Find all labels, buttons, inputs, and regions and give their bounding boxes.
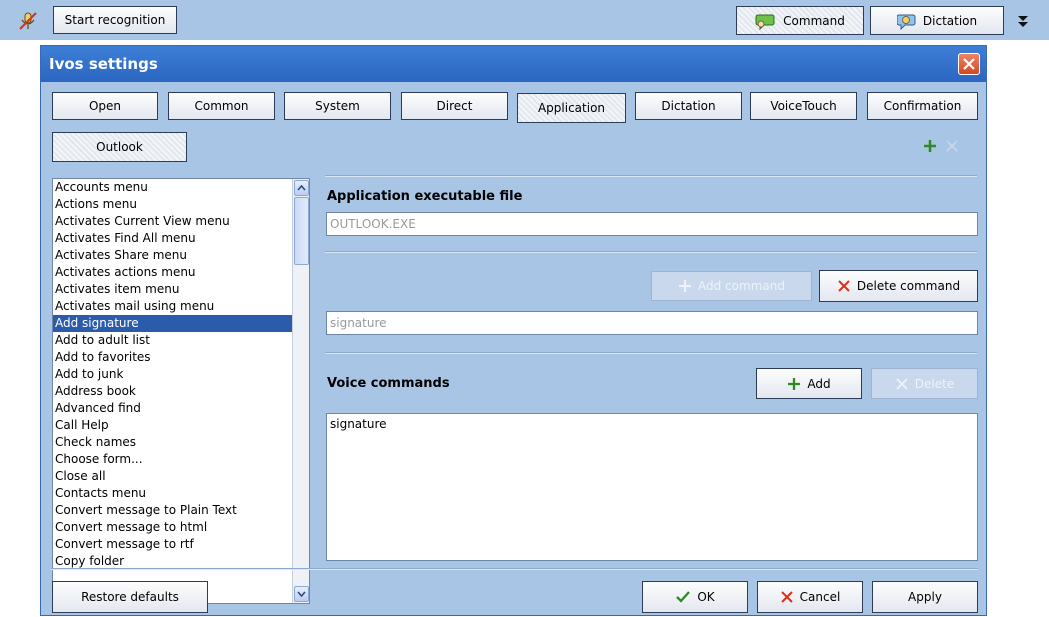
start-recognition-label: Start recognition [64, 13, 166, 27]
scroll-down-button[interactable] [294, 586, 309, 602]
add-voice-command-button[interactable]: Add [756, 368, 862, 399]
application-actions [923, 139, 959, 153]
scroll-thumb[interactable] [294, 197, 309, 265]
speech-bubble-icon [755, 12, 777, 30]
add-voice-command-label: Add [807, 376, 831, 391]
restore-defaults-label: Restore defaults [81, 590, 179, 604]
add-command-button[interactable]: Add command [651, 271, 812, 301]
close-icon [963, 58, 975, 70]
ok-label: OK [697, 590, 715, 604]
subtab-outlook[interactable]: Outlook [52, 132, 187, 162]
delete-command-button[interactable]: Delete command [819, 270, 978, 302]
dictation-bubble-icon [896, 12, 917, 30]
list-item[interactable]: Call Help [53, 417, 309, 434]
cross-icon [837, 279, 851, 293]
tab-voicetouch-label: VoiceTouch [770, 99, 837, 113]
ok-button[interactable]: OK [642, 581, 748, 613]
subtab-outlook-label: Outlook [96, 140, 143, 154]
exe-field[interactable]: OUTLOOK.EXE [326, 212, 978, 236]
voice-commands-text: signature [330, 417, 387, 431]
list-item[interactable]: Convert message to Plain Text [53, 502, 309, 519]
tab-system[interactable]: System [284, 92, 391, 120]
list-item[interactable]: Address book [53, 383, 309, 400]
list-item[interactable]: Add signature [53, 315, 309, 332]
list-item[interactable]: Add to adult list [53, 332, 309, 349]
cancel-label: Cancel [799, 590, 841, 604]
delete-voice-command-button[interactable]: Delete [871, 368, 978, 399]
tab-dictation[interactable]: Dictation [635, 92, 742, 120]
apply-button[interactable]: Apply [872, 581, 978, 613]
command-list-items: Accounts menu Actions menu Activates Curre… [53, 179, 309, 570]
tab-open-label: Open [88, 99, 122, 113]
tab-direct-label: Direct [436, 99, 473, 113]
tab-dictation-label: Dictation [661, 99, 716, 113]
cancel-button[interactable]: Cancel [757, 581, 863, 613]
list-item[interactable]: Activates actions menu [53, 264, 309, 281]
tab-voicetouch[interactable]: VoiceTouch [750, 92, 857, 120]
list-item[interactable]: Advanced find [53, 400, 309, 417]
tab-confirmation-label: Confirmation [883, 99, 962, 113]
list-item[interactable]: Activates mail using menu [53, 298, 309, 315]
list-item[interactable]: Close all [53, 468, 309, 485]
list-item[interactable]: Add to junk [53, 366, 309, 383]
command-name-field[interactable]: signature [326, 311, 978, 335]
dialog-title-bar: Ivos settings [41, 46, 986, 82]
remove-application-icon[interactable] [945, 139, 959, 153]
footer-separator [51, 568, 978, 570]
checkmark-icon [675, 590, 691, 604]
separator [325, 251, 977, 253]
list-item[interactable]: Check names [53, 434, 309, 451]
delete-command-label: Delete command [856, 279, 961, 293]
list-item[interactable]: Add to favorites [53, 349, 309, 366]
list-item[interactable]: Convert message to rtf [53, 536, 309, 553]
tab-direct[interactable]: Direct [401, 92, 508, 120]
list-item[interactable]: Activates Share menu [53, 247, 309, 264]
dictation-mode-button[interactable]: Dictation [870, 6, 1004, 35]
plus-icon [787, 377, 801, 391]
scroll-up-button[interactable] [294, 180, 309, 196]
list-item[interactable]: Activates item menu [53, 281, 309, 298]
command-list[interactable]: Accounts menu Actions menu Activates Curre… [52, 178, 310, 604]
tab-common[interactable]: Common [168, 92, 275, 120]
list-item[interactable]: Actions menu [53, 196, 309, 213]
list-item[interactable]: Convert message to html [53, 519, 309, 536]
delete-voice-command-label: Delete [914, 376, 955, 391]
close-button[interactable] [958, 53, 980, 75]
tab-application-label: Application [537, 101, 606, 115]
list-item[interactable]: Accounts menu [53, 179, 309, 196]
list-item[interactable]: Activates Current View menu [53, 213, 309, 230]
separator [325, 352, 977, 354]
voice-commands-label: Voice commands [327, 376, 450, 391]
cross-icon [895, 377, 909, 391]
tab-application[interactable]: Application [517, 93, 626, 123]
voice-commands-textarea[interactable]: signature [326, 413, 978, 561]
restore-defaults-button[interactable]: Restore defaults [52, 581, 208, 613]
tab-system-label: System [315, 99, 360, 113]
command-mode-button[interactable]: Command [736, 6, 864, 35]
list-item[interactable]: Activates Find All menu [53, 230, 309, 247]
chevron-up-icon [297, 185, 306, 191]
microphone-off-icon[interactable] [16, 10, 40, 32]
settings-dialog: Ivos settings Open Common System Direct … [40, 45, 987, 616]
command-mode-label: Command [783, 13, 845, 28]
separator [325, 175, 977, 177]
dictation-mode-label: Dictation [922, 13, 978, 28]
list-item[interactable]: Choose form... [53, 451, 309, 468]
start-recognition-button[interactable]: Start recognition [53, 6, 177, 34]
command-list-scrollbar[interactable] [292, 179, 309, 603]
add-command-label: Add command [698, 279, 785, 293]
plus-icon [678, 279, 692, 293]
list-item[interactable]: Contacts menu [53, 485, 309, 502]
tab-confirmation[interactable]: Confirmation [867, 92, 978, 120]
tab-open[interactable]: Open [52, 92, 158, 120]
add-application-icon[interactable] [923, 139, 937, 153]
collapse-toolbar-icon[interactable] [1016, 14, 1030, 33]
exe-label: Application executable file [327, 189, 523, 204]
dialog-title: Ivos settings [49, 55, 158, 73]
tab-common-label: Common [194, 99, 249, 113]
chevron-down-icon [297, 591, 306, 597]
cross-icon [780, 590, 794, 604]
apply-label: Apply [908, 590, 942, 604]
top-toolbar: Start recognition Command Dictation [0, 0, 1049, 40]
